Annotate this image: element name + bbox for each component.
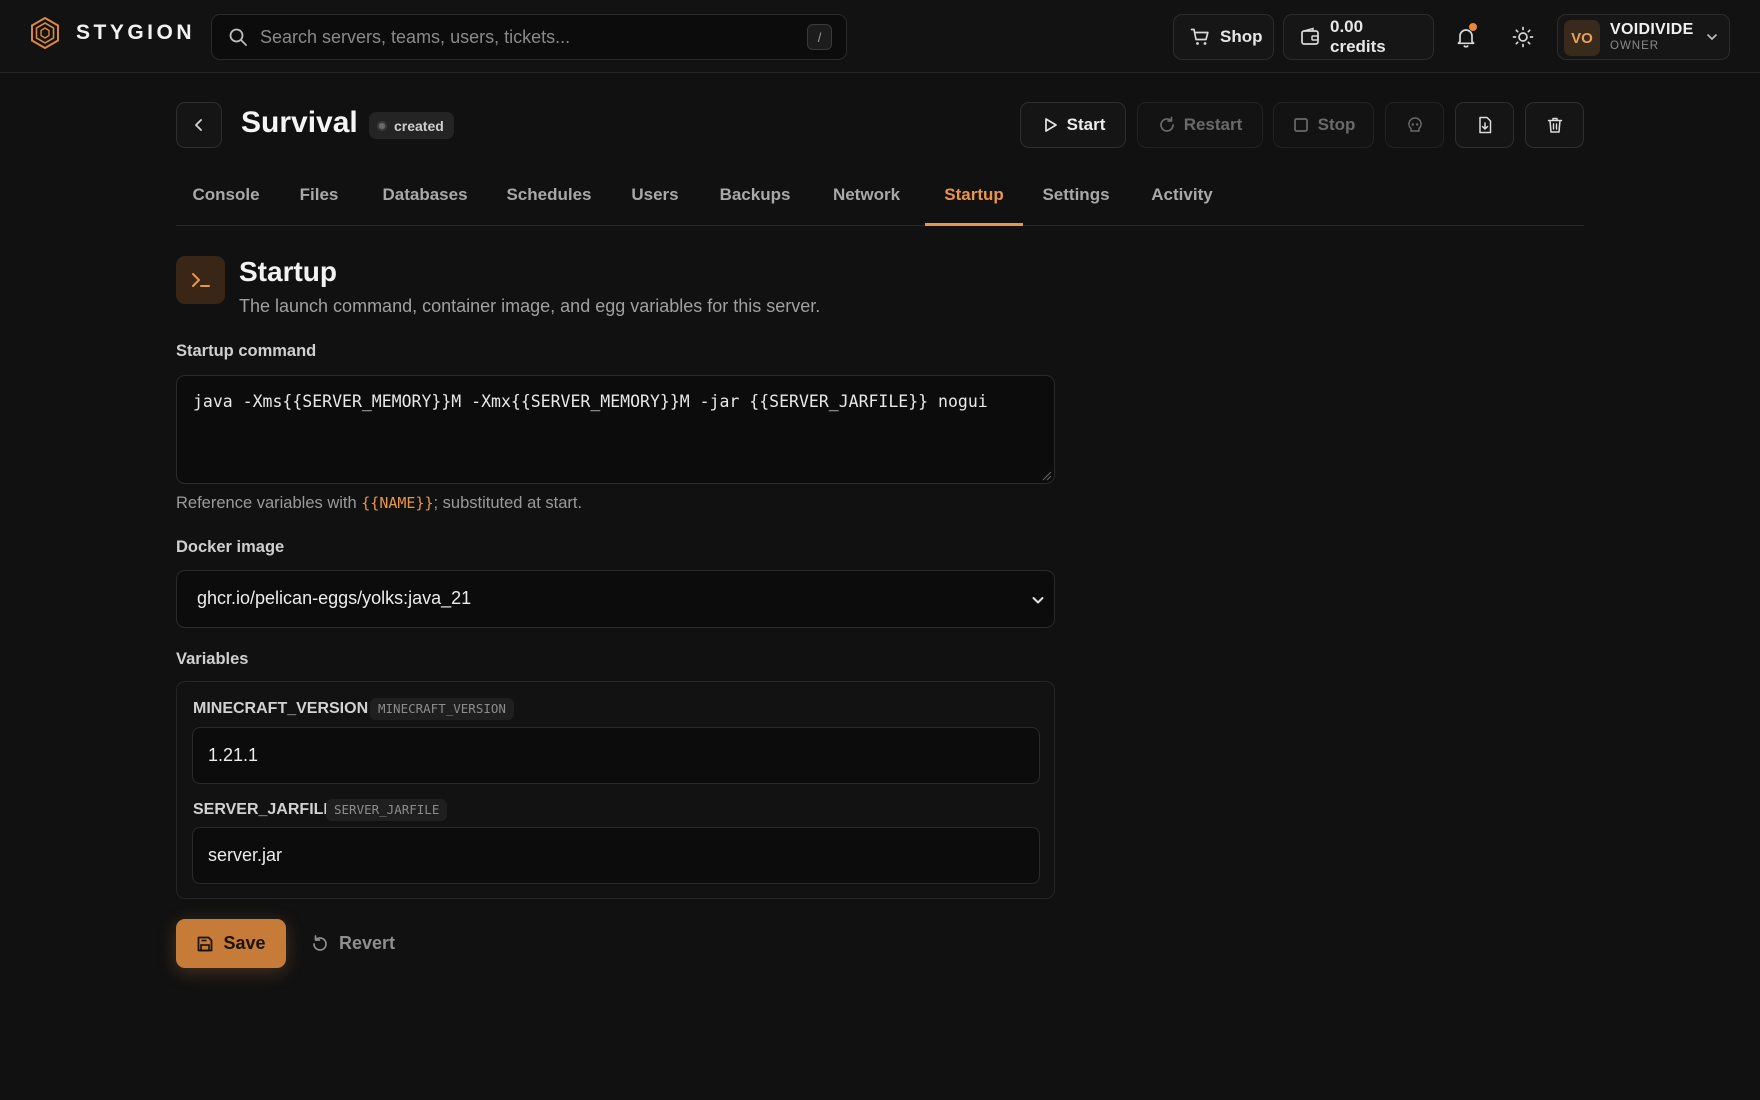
terminal-icon [176, 256, 225, 304]
save-icon [196, 935, 223, 953]
user-menu[interactable]: VO VOIDIVIDE OWNER [1557, 14, 1730, 60]
docker-image-value: ghcr.io/pelican-eggs/yolks:java_21 [197, 588, 472, 608]
stop-label: Stop [1317, 115, 1356, 134]
refresh-icon [1158, 116, 1184, 134]
credits-button[interactable]: 0.00 credits [1283, 14, 1434, 60]
variable-value: server.jar [208, 845, 283, 865]
stygion-logo-icon [30, 17, 60, 49]
export-button[interactable] [1455, 102, 1514, 148]
credits-label: 0.00 credits [1330, 17, 1386, 56]
top-bar: STYGION / Shop 0.00 credits [0, 0, 1760, 73]
tab-startup[interactable]: Startup [925, 170, 1023, 226]
command-hint: Reference variables with {{NAME}}; subst… [176, 494, 582, 513]
minecraft-version-input[interactable]: 1.21.1 [192, 727, 1040, 784]
hint-prefix: Reference variables with [176, 494, 362, 512]
notifications-button[interactable] [1449, 20, 1483, 54]
skull-icon [1406, 116, 1424, 134]
tab-console[interactable]: Console [176, 170, 276, 226]
status-dot [377, 120, 387, 131]
section-title: Startup [239, 256, 337, 287]
startup-command-label: Startup command [176, 342, 317, 360]
shop-label: Shop [1220, 27, 1263, 46]
trash-icon [1546, 116, 1564, 134]
revert-button[interactable]: Revert [310, 919, 395, 968]
search-bar[interactable]: / [211, 14, 847, 60]
variable-name: SERVER_JARFILE [193, 801, 335, 818]
brand-name: STYGION [76, 21, 196, 44]
search-icon [228, 27, 248, 47]
restart-label: Restart [1183, 115, 1243, 134]
tab-settings[interactable]: Settings [1023, 170, 1129, 226]
status-badge: created [369, 112, 454, 139]
variables-label: Variables [176, 650, 249, 668]
variable-env-tag: SERVER_JARFILE [326, 799, 448, 821]
shop-button[interactable]: Shop [1173, 14, 1274, 60]
revert-label: Revert [339, 933, 396, 953]
wallet-icon [1300, 27, 1330, 47]
chevron-down-icon [1030, 592, 1046, 608]
server-jarfile-input[interactable]: server.jar [192, 827, 1040, 884]
server-title: Survival [241, 106, 358, 139]
back-button[interactable] [176, 102, 222, 148]
kill-button[interactable] [1385, 102, 1444, 148]
tab-backups[interactable]: Backups [700, 170, 810, 226]
status-label: created [394, 117, 444, 134]
stop-icon [1292, 116, 1318, 134]
docker-image-label: Docker image [176, 538, 285, 556]
start-label: Start [1066, 115, 1106, 134]
variable-name: MINECRAFT_VERSION [193, 700, 369, 717]
startup-command-field[interactable]: java -Xms{{SERVER_MEMORY}}M -Xmx{{SERVER… [176, 375, 1055, 484]
user-role: OWNER [1610, 40, 1660, 52]
startup-command-value: java -Xms{{SERVER_MEMORY}}M -Xmx{{SERVER… [193, 392, 988, 411]
avatar: VO [1564, 20, 1600, 56]
tab-network[interactable]: Network [810, 170, 923, 226]
undo-icon [310, 934, 339, 954]
server-tabs: Console Files Databases Schedules Users … [176, 170, 1584, 226]
hint-suffix: ; substituted at start. [433, 494, 583, 512]
save-label: Save [223, 933, 266, 953]
start-button[interactable]: Start [1020, 102, 1126, 148]
resize-grip-icon[interactable] [1042, 471, 1052, 481]
search-input[interactable] [260, 26, 780, 48]
variable-value: 1.21.1 [208, 745, 259, 765]
variables-panel: MINECRAFT_VERSION MINECRAFT_VERSION 1.21… [176, 681, 1055, 899]
play-icon [1041, 116, 1067, 134]
tab-activity[interactable]: Activity [1129, 170, 1235, 226]
stop-button[interactable]: Stop [1273, 102, 1374, 148]
sun-icon [1512, 26, 1534, 48]
tab-databases[interactable]: Databases [362, 170, 488, 226]
tab-files[interactable]: Files [276, 170, 362, 226]
chevron-down-icon [1705, 30, 1719, 44]
restart-button[interactable]: Restart [1137, 102, 1263, 148]
tab-schedules[interactable]: Schedules [488, 170, 610, 226]
save-button[interactable]: Save [176, 919, 286, 968]
docker-image-select[interactable]: ghcr.io/pelican-eggs/yolks:java_21 [176, 570, 1055, 628]
hint-code: {{NAME}} [361, 494, 434, 512]
user-name: VOIDIVIDE [1610, 21, 1694, 38]
brand[interactable]: STYGION [30, 16, 195, 50]
delete-button[interactable] [1525, 102, 1584, 148]
notification-dot [1469, 23, 1477, 31]
variable-env-tag: MINECRAFT_VERSION [370, 698, 514, 720]
chevron-left-icon [191, 117, 207, 133]
file-download-icon [1476, 116, 1494, 134]
cart-icon [1190, 27, 1220, 47]
theme-toggle-button[interactable] [1506, 20, 1540, 54]
tab-users[interactable]: Users [610, 170, 700, 226]
section-subtitle: The launch command, container image, and… [239, 296, 821, 316]
search-shortcut-key: / [807, 24, 832, 50]
